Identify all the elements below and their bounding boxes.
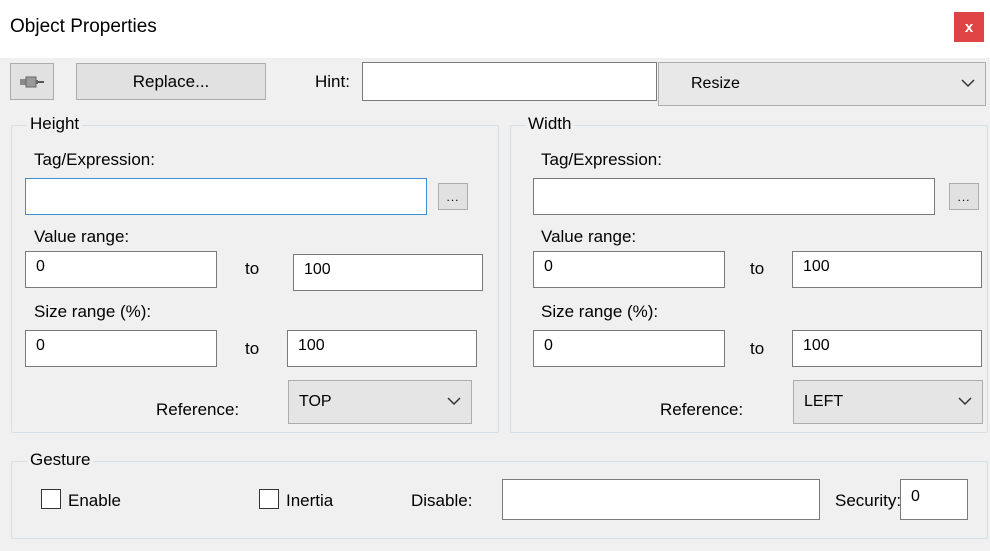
height-tag-input[interactable]	[25, 178, 427, 215]
width-reference-value: LEFT	[804, 393, 844, 410]
width-value-range-label: Value range:	[541, 227, 637, 246]
width-browse-button[interactable]: ...	[949, 183, 979, 210]
security-label: Security:	[835, 491, 902, 510]
width-size-min-input[interactable]: 0	[533, 330, 725, 367]
disable-label: Disable:	[411, 491, 473, 510]
mode-select[interactable]: Resize	[658, 62, 986, 106]
height-value-min-input[interactable]: 0	[25, 251, 217, 288]
width-value-min-input[interactable]: 0	[533, 251, 725, 288]
width-size-max-input[interactable]: 100	[792, 330, 982, 367]
hint-label: Hint:	[315, 72, 350, 91]
height-reference-select[interactable]: TOP	[288, 380, 472, 424]
enable-checkbox[interactable]	[41, 489, 61, 509]
height-group-label: Height	[27, 114, 83, 134]
gesture-group-label: Gesture	[27, 450, 94, 470]
chevron-down-icon	[961, 79, 975, 88]
height-size-max-input[interactable]: 100	[287, 330, 477, 367]
width-tag-label: Tag/Expression:	[541, 150, 662, 169]
width-reference-select[interactable]: LEFT	[793, 380, 983, 424]
height-reference-value: TOP	[299, 393, 332, 410]
width-value-max-input[interactable]: 100	[792, 251, 982, 288]
height-browse-button[interactable]: ...	[438, 183, 468, 210]
width-group-label: Width	[525, 114, 575, 134]
height-reference-label: Reference:	[156, 400, 240, 419]
enable-label: Enable	[68, 491, 121, 510]
height-tag-label: Tag/Expression:	[34, 150, 155, 169]
pushpin-icon	[20, 76, 44, 87]
height-size-range-label: Size range (%):	[34, 302, 152, 321]
width-size-to-label: to	[750, 339, 765, 358]
height-size-to-label: to	[245, 339, 260, 358]
pin-button[interactable]	[10, 63, 54, 100]
inertia-checkbox[interactable]	[259, 489, 279, 509]
height-value-to-label: to	[245, 259, 260, 278]
height-value-max-input[interactable]: 100	[293, 254, 483, 291]
window-title: Object Properties	[10, 16, 157, 37]
width-value-to-label: to	[750, 259, 765, 278]
height-size-min-input[interactable]: 0	[25, 330, 217, 367]
disable-input[interactable]	[502, 479, 820, 520]
security-input[interactable]: 0	[900, 479, 968, 520]
hint-input[interactable]	[362, 62, 657, 101]
width-size-range-label: Size range (%):	[541, 302, 659, 321]
chevron-down-icon	[958, 397, 972, 406]
close-icon: x	[964, 18, 974, 36]
width-reference-label: Reference:	[660, 400, 744, 419]
width-tag-input[interactable]	[533, 178, 935, 215]
replace-button[interactable]: Replace...	[76, 63, 266, 100]
mode-select-value: Resize	[691, 75, 740, 92]
height-value-range-label: Value range:	[34, 227, 130, 246]
chevron-down-icon	[447, 397, 461, 406]
inertia-label: Inertia	[286, 491, 334, 510]
close-button[interactable]: x	[954, 12, 984, 42]
